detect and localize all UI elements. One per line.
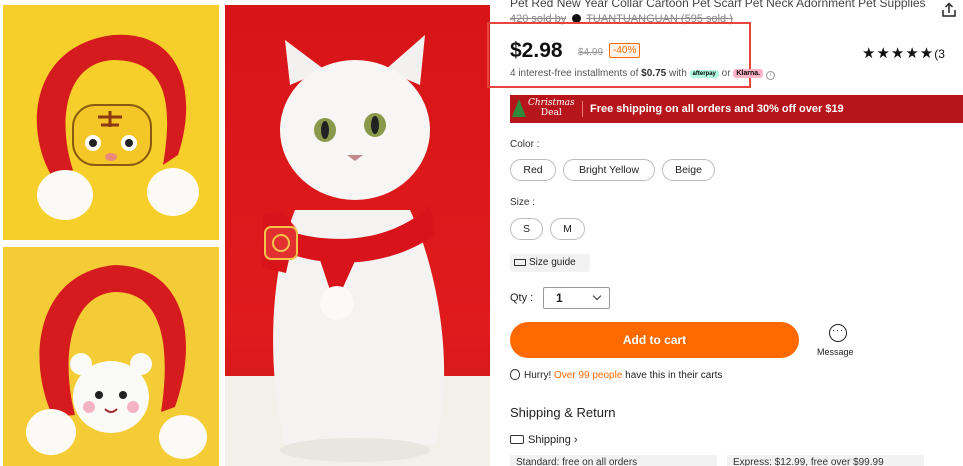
ruler-icon — [514, 259, 526, 266]
chevron-down-icon — [592, 291, 602, 301]
shipping-link-label: Shipping › — [528, 434, 578, 446]
color-label: Color : — [510, 139, 540, 150]
installments-info: 4 interest-free installments of $0.75 wi… — [510, 68, 775, 80]
hurry-highlight: Over 99 people — [554, 370, 623, 381]
size-guide-label: Size guide — [529, 257, 576, 268]
quantity-value: 1 — [556, 291, 563, 305]
installments-with: with — [666, 68, 690, 79]
discount-badge: -40% — [609, 43, 641, 58]
hurry-notice: Hurry! Over 99 people have this in their… — [510, 369, 722, 381]
main-product-image[interactable] — [225, 5, 490, 466]
installments-prefix: 4 interest-free installments of — [510, 68, 642, 79]
shipping-option-standard: Standard: free on all orders — [510, 455, 717, 466]
color-option-bright-yellow[interactable]: Bright Yellow — [563, 159, 655, 181]
christmas-deal-banner[interactable]: Christmas Deal Free shipping on all orde… — [510, 95, 963, 123]
current-price: $2.98 — [510, 39, 563, 62]
rating-stars[interactable]: ★★★★★(3 — [862, 44, 945, 62]
original-price: $4.99 — [578, 47, 604, 58]
share-icon[interactable] — [941, 2, 957, 18]
klarna-logo-icon[interactable]: Klarna. — [733, 69, 764, 78]
size-option-s[interactable]: S — [510, 218, 543, 240]
message-icon[interactable]: ··· — [829, 324, 847, 342]
installments-or: or — [718, 68, 734, 79]
tiger-scarf-image — [3, 5, 219, 240]
add-to-cart-button[interactable]: Add to cart — [510, 322, 799, 358]
size-label: Size : — [510, 197, 536, 208]
deal-badge-title: Christmas — [528, 98, 575, 108]
quantity-select[interactable]: 1 — [543, 287, 610, 309]
color-option-beige[interactable]: Beige — [662, 159, 715, 181]
afterpay-logo-icon[interactable]: afterpay — [689, 70, 719, 78]
bear-scarf-image — [3, 247, 219, 466]
christmas-deal-badge: Christmas Deal — [528, 98, 575, 118]
info-icon[interactable]: i — [765, 71, 775, 80]
truck-icon — [510, 435, 524, 444]
bell-icon — [510, 369, 520, 380]
shipping-heading: Shipping & Return — [510, 405, 616, 420]
shipping-link[interactable]: Shipping › — [510, 434, 578, 446]
size-option-m[interactable]: M — [550, 218, 585, 240]
deal-divider — [582, 101, 583, 117]
deal-text: Free shipping on all orders and 30% off … — [590, 103, 844, 115]
message-label[interactable]: Message — [817, 347, 854, 357]
hurry-prefix: Hurry! — [524, 370, 554, 381]
size-guide-button[interactable]: Size guide — [510, 254, 590, 272]
shipping-option-express: Express: $12.99, free over $99.99 — [727, 455, 924, 466]
deal-badge-sub: Deal — [540, 108, 562, 118]
white-cat-image — [261, 35, 445, 462]
stars-icon: ★★★★★ — [862, 45, 935, 62]
qty-label: Qty : — [510, 292, 534, 304]
review-count: (3 — [934, 47, 945, 61]
color-option-red[interactable]: Red — [510, 159, 556, 181]
hurry-suffix: have this in their carts — [622, 370, 723, 381]
product-title: Pet Red New Year Collar Cartoon Pet Scar… — [510, 0, 926, 10]
thumbnail-bear-scarf[interactable] — [3, 247, 219, 466]
installment-amount: $0.75 — [641, 68, 667, 79]
thumbnail-tiger-scarf[interactable] — [3, 5, 219, 240]
christmas-tree-icon — [512, 99, 526, 117]
